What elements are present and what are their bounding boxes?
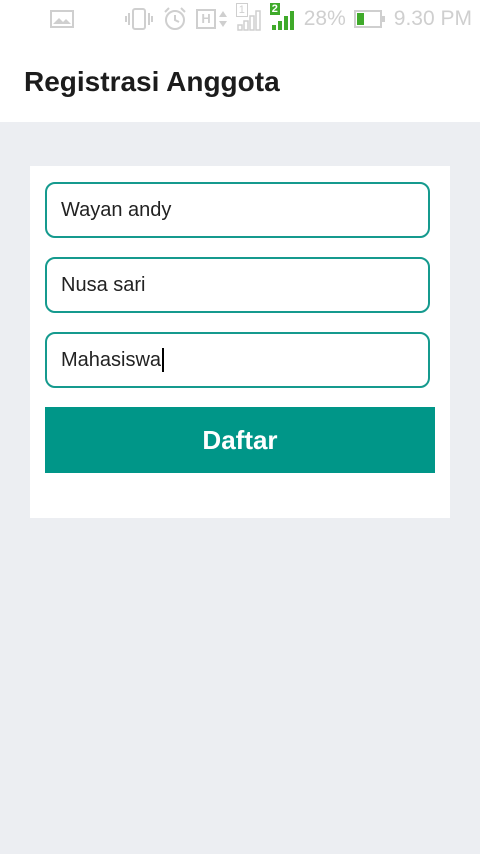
name-field-value: Wayan andy xyxy=(61,198,172,221)
sim-slot-label: 1 xyxy=(235,3,248,17)
register-button[interactable]: Daftar xyxy=(45,407,435,473)
network-type-label: H xyxy=(196,9,216,29)
address-field[interactable]: Nusa sari xyxy=(45,257,430,313)
page-title: Registrasi Anggota xyxy=(24,66,280,97)
vibrate-icon xyxy=(124,7,154,31)
notification-area xyxy=(50,9,74,29)
battery-percent: 28% xyxy=(303,7,346,30)
occupation-field-value: Mahasiswa xyxy=(61,348,162,371)
sim2-slot-label: 2 xyxy=(269,3,280,15)
registration-form-card: Wayan andy Nusa sari Mahasiswa Daftar xyxy=(30,166,450,518)
address-field-value: Nusa sari xyxy=(61,273,146,296)
clock: 9.30 PM xyxy=(393,7,472,30)
text-cursor xyxy=(162,348,164,372)
battery-icon xyxy=(353,9,386,29)
status-bar: H 1 2 28% 9.30 PM xyxy=(0,0,480,38)
alarm-icon xyxy=(162,6,188,32)
network-type-icon: H xyxy=(196,9,227,29)
name-field[interactable]: Wayan andy xyxy=(45,182,430,238)
signal-icon: 1 xyxy=(235,3,262,31)
status-icons: H 1 2 28% 9.30 PM xyxy=(124,3,472,32)
occupation-field[interactable]: Mahasiswa xyxy=(45,332,430,388)
app-bar: Registrasi Anggota xyxy=(0,38,480,122)
gallery-icon xyxy=(50,9,74,29)
signal2-icon: 2 xyxy=(269,3,296,31)
